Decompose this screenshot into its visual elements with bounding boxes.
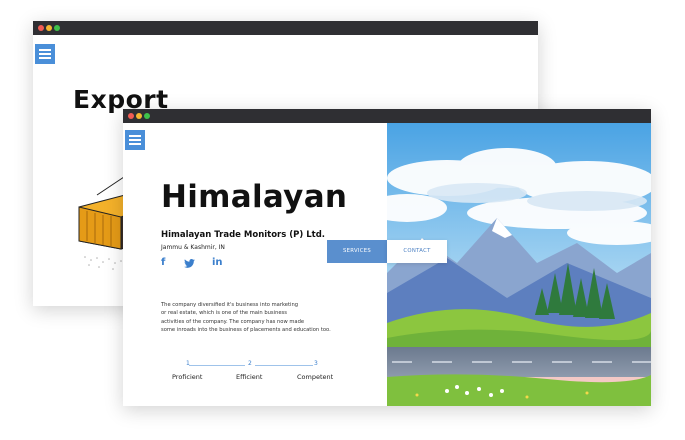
maximize-dot-icon[interactable] xyxy=(54,25,60,31)
contact-button[interactable]: CONTACT xyxy=(387,240,447,263)
step-label-proficient: Proficient xyxy=(172,373,203,381)
back-window-titlebar xyxy=(33,21,538,35)
step-connector xyxy=(189,365,245,366)
services-button[interactable]: SERVICES xyxy=(327,240,387,263)
company-location: Jammu & Kashmir, IN xyxy=(161,244,225,251)
close-dot-icon[interactable] xyxy=(128,113,134,119)
front-browser-window: Himalayan Himalayan Trade Monitors (P) L… xyxy=(123,109,651,406)
menu-icon[interactable] xyxy=(125,130,145,150)
description-line: activities of the company. The company h… xyxy=(161,318,305,325)
description-line: or real estate, which is one of the main… xyxy=(161,310,287,317)
step-label-efficient: Efficient xyxy=(236,373,263,381)
step-connector xyxy=(255,365,313,366)
close-dot-icon[interactable] xyxy=(38,25,44,31)
description-line: some inroads into the business of placem… xyxy=(161,327,331,334)
facebook-icon[interactable]: f xyxy=(161,257,165,268)
company-name: Himalayan Trade Monitors (P) Ltd. xyxy=(161,230,326,240)
maximize-dot-icon[interactable] xyxy=(144,113,150,119)
step-number-2: 2 xyxy=(248,360,252,367)
step-label-competent: Competent xyxy=(297,373,334,381)
description-line: The company diversified it's business in… xyxy=(161,302,299,308)
hero-content-pane: Himalayan Himalayan Trade Monitors (P) L… xyxy=(123,123,386,406)
twitter-icon[interactable] xyxy=(184,259,195,268)
hero-title: Himalayan xyxy=(161,179,348,215)
menu-icon[interactable] xyxy=(35,44,55,64)
minimize-dot-icon[interactable] xyxy=(46,25,52,31)
front-window-titlebar xyxy=(123,109,651,123)
step-number-1: 1 xyxy=(186,360,190,367)
minimize-dot-icon[interactable] xyxy=(136,113,142,119)
linkedin-icon[interactable]: in xyxy=(212,257,223,268)
company-description: The company diversified it's business in… xyxy=(161,301,376,335)
mountain-landscape-illustration xyxy=(387,123,651,406)
step-number-3: 3 xyxy=(314,360,318,367)
